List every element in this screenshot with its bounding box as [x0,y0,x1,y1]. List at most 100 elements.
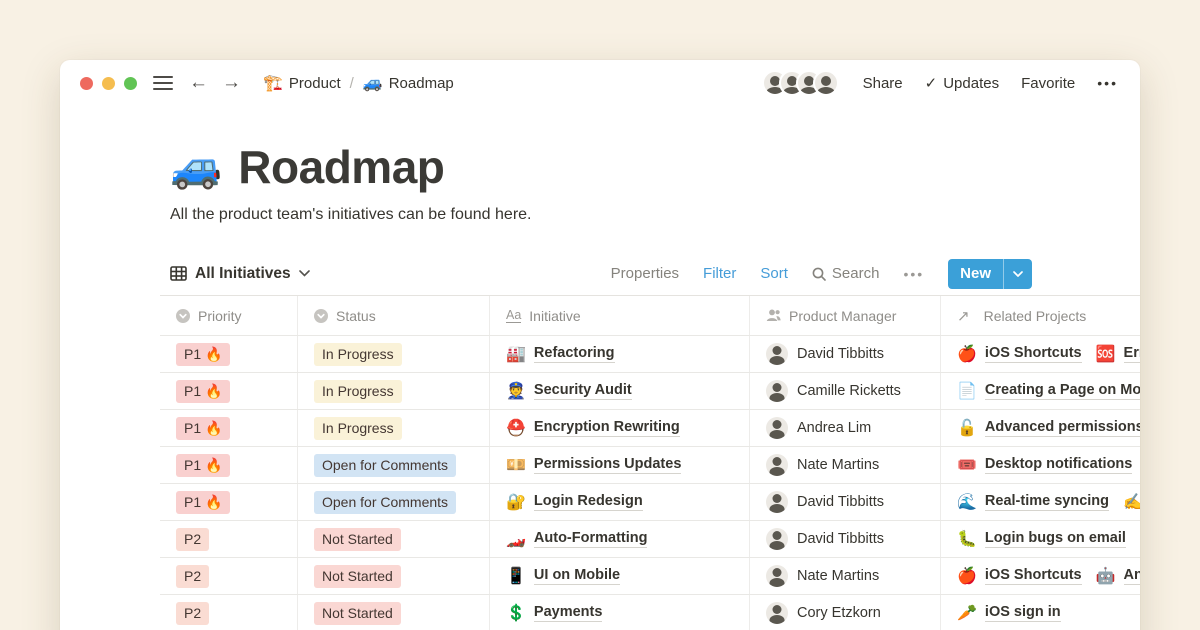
breadcrumb-item-roadmap[interactable]: 🚙 Roadmap [363,73,454,93]
status-tag[interactable]: Not Started [314,528,401,551]
share-button[interactable]: Share [863,75,903,92]
column-header-initiative[interactable]: Aa Initiative [490,296,750,335]
initiative-link[interactable]: Security Audit [534,382,632,400]
table-row[interactable]: P1 🔥 In Progress ⛑️ Encryption Rewriting… [160,410,1140,447]
column-label: Related Projects [984,308,1087,324]
status-tag[interactable]: Not Started [314,602,401,625]
column-header-status[interactable]: Status [298,296,490,335]
priority-tag[interactable]: P2 [176,602,209,625]
avatar[interactable] [813,70,839,96]
column-label: Initiative [529,308,580,324]
related-page-link[interactable]: 🐛Login bugs on email [957,529,1126,549]
table-row[interactable]: P2 Not Started 🏎️ Auto-Formatting David … [160,521,1140,558]
related-page-link[interactable]: ✍️ [1123,492,1140,512]
related-page-link[interactable]: 🌊Real-time syncing [957,492,1109,512]
initiative-link[interactable]: Permissions Updates [534,456,681,474]
view-toolbar: All Initiatives Properties Filter Sort S… [160,252,1140,296]
sidebar-menu-icon[interactable] [153,75,173,91]
avatar [766,602,788,624]
back-arrow-icon[interactable]: ← [189,72,208,94]
related-page-link[interactable]: 🆘Erro [1096,344,1140,364]
related-page-link[interactable]: 🔓 Advanced permissions [957,418,1140,438]
view-switcher[interactable]: All Initiatives [170,265,310,283]
avatar [766,491,788,513]
column-header-priority[interactable]: Priority [160,296,298,335]
manager-name[interactable]: Camille Ricketts [797,383,901,399]
priority-tag[interactable]: P2 [176,565,209,588]
table-row[interactable]: P2 Not Started 💲 Payments Cory Etzkorn 🥕… [160,595,1140,630]
new-button-chevron-icon[interactable] [1004,259,1032,289]
topbar-actions: Share ✓ Updates Favorite ••• [762,70,1118,96]
page-title: Roadmap [238,140,444,194]
manager-name[interactable]: David Tibbitts [797,346,884,362]
initiative-link[interactable]: Refactoring [534,345,615,363]
table-row[interactable]: P1 🔥 Open for Comments 🔐 Login Redesign … [160,484,1140,521]
sort-button[interactable]: Sort [760,265,788,282]
related-page-link[interactable]: 🍎iOS Shortcuts [957,566,1082,586]
updates-label: Updates [943,75,999,92]
related-page-link[interactable]: 🥕iOS sign in [957,603,1061,623]
status-tag[interactable]: In Progress [314,380,402,403]
related-page-link[interactable]: 📄Creating a Page on Mob [957,381,1140,401]
manager-name[interactable]: Andrea Lim [797,420,871,436]
initiative-link[interactable]: Auto-Formatting [534,530,648,548]
manager-name[interactable]: Nate Martins [797,568,879,584]
column-header-related-projects[interactable]: ↗ Related Projects [941,296,1140,335]
status-tag[interactable]: In Progress [314,343,402,366]
manager-name[interactable]: Nate Martins [797,457,879,473]
forward-arrow-icon[interactable]: → [222,72,241,94]
table-row[interactable]: P1 🔥 In Progress 👮 Security Audit Camill… [160,373,1140,410]
close-window-button[interactable] [80,77,93,90]
related-page-label: Desktop notifications [985,456,1132,474]
filter-button[interactable]: Filter [703,265,736,282]
manager-name[interactable]: David Tibbitts [797,531,884,547]
breadcrumb-item-product[interactable]: 🏗️ Product [263,73,341,93]
zoom-window-button[interactable] [124,77,137,90]
sos-icon: 🆘 [1096,344,1116,364]
construction-crane-icon: 🏗️ [263,73,283,93]
properties-button[interactable]: Properties [611,265,679,282]
related-page-label: Advanced permissions [985,419,1140,437]
related-page-link[interactable]: 🍎iOS Shortcuts [957,344,1082,364]
priority-tag[interactable]: P2 [176,528,209,551]
initiative-link[interactable]: Payments [534,604,603,622]
window-controls [80,77,137,90]
priority-tag[interactable]: P1 🔥 [176,343,230,366]
column-header-product-manager[interactable]: Product Manager [750,296,941,335]
related-page-link[interactable]: 🎟️Desktop notifications [957,455,1132,475]
table-row[interactable]: P2 Not Started 📱 UI on Mobile Nate Marti… [160,558,1140,595]
check-icon: ✓ [925,74,938,92]
table-row[interactable]: P1 🔥 In Progress 🏭 Refactoring David Tib… [160,336,1140,373]
status-tag[interactable]: Not Started [314,565,401,588]
related-page-link[interactable]: 🤖And [1096,566,1140,586]
breadcrumb-separator: / [350,75,354,92]
more-options-icon[interactable]: ••• [1097,75,1118,91]
search-button[interactable]: Search [812,265,880,282]
page-icon: 📄 [957,381,977,401]
priority-tag[interactable]: P1 🔥 [176,417,230,440]
unlock-icon: 🔓 [957,418,977,438]
status-tag[interactable]: In Progress [314,417,402,440]
priority-tag[interactable]: P1 🔥 [176,380,230,403]
status-tag[interactable]: Open for Comments [314,491,456,514]
updates-button[interactable]: ✓ Updates [925,74,999,92]
status-tag[interactable]: Open for Comments [314,454,456,477]
initiative-link[interactable]: Encryption Rewriting [534,419,680,437]
view-more-icon[interactable]: ••• [903,266,924,282]
relation-property-icon: ↗ [957,307,970,325]
minimize-window-button[interactable] [102,77,115,90]
initiative-link[interactable]: UI on Mobile [534,567,620,585]
favorite-button[interactable]: Favorite [1021,75,1075,92]
page-icon-car[interactable]: 🚙 [170,140,222,194]
table-row[interactable]: P1 🔥 Open for Comments 💴 Permissions Upd… [160,447,1140,484]
apple-icon: 🍎 [957,566,977,586]
manager-name[interactable]: Cory Etzkorn [797,605,881,621]
robot-icon: 🤖 [1096,566,1116,586]
manager-name[interactable]: David Tibbitts [797,494,884,510]
avatar [766,417,788,439]
collaborator-avatars[interactable] [762,70,839,96]
priority-tag[interactable]: P1 🔥 [176,491,230,514]
initiative-link[interactable]: Login Redesign [534,493,643,511]
priority-tag[interactable]: P1 🔥 [176,454,230,477]
new-button[interactable]: New [948,259,1032,289]
